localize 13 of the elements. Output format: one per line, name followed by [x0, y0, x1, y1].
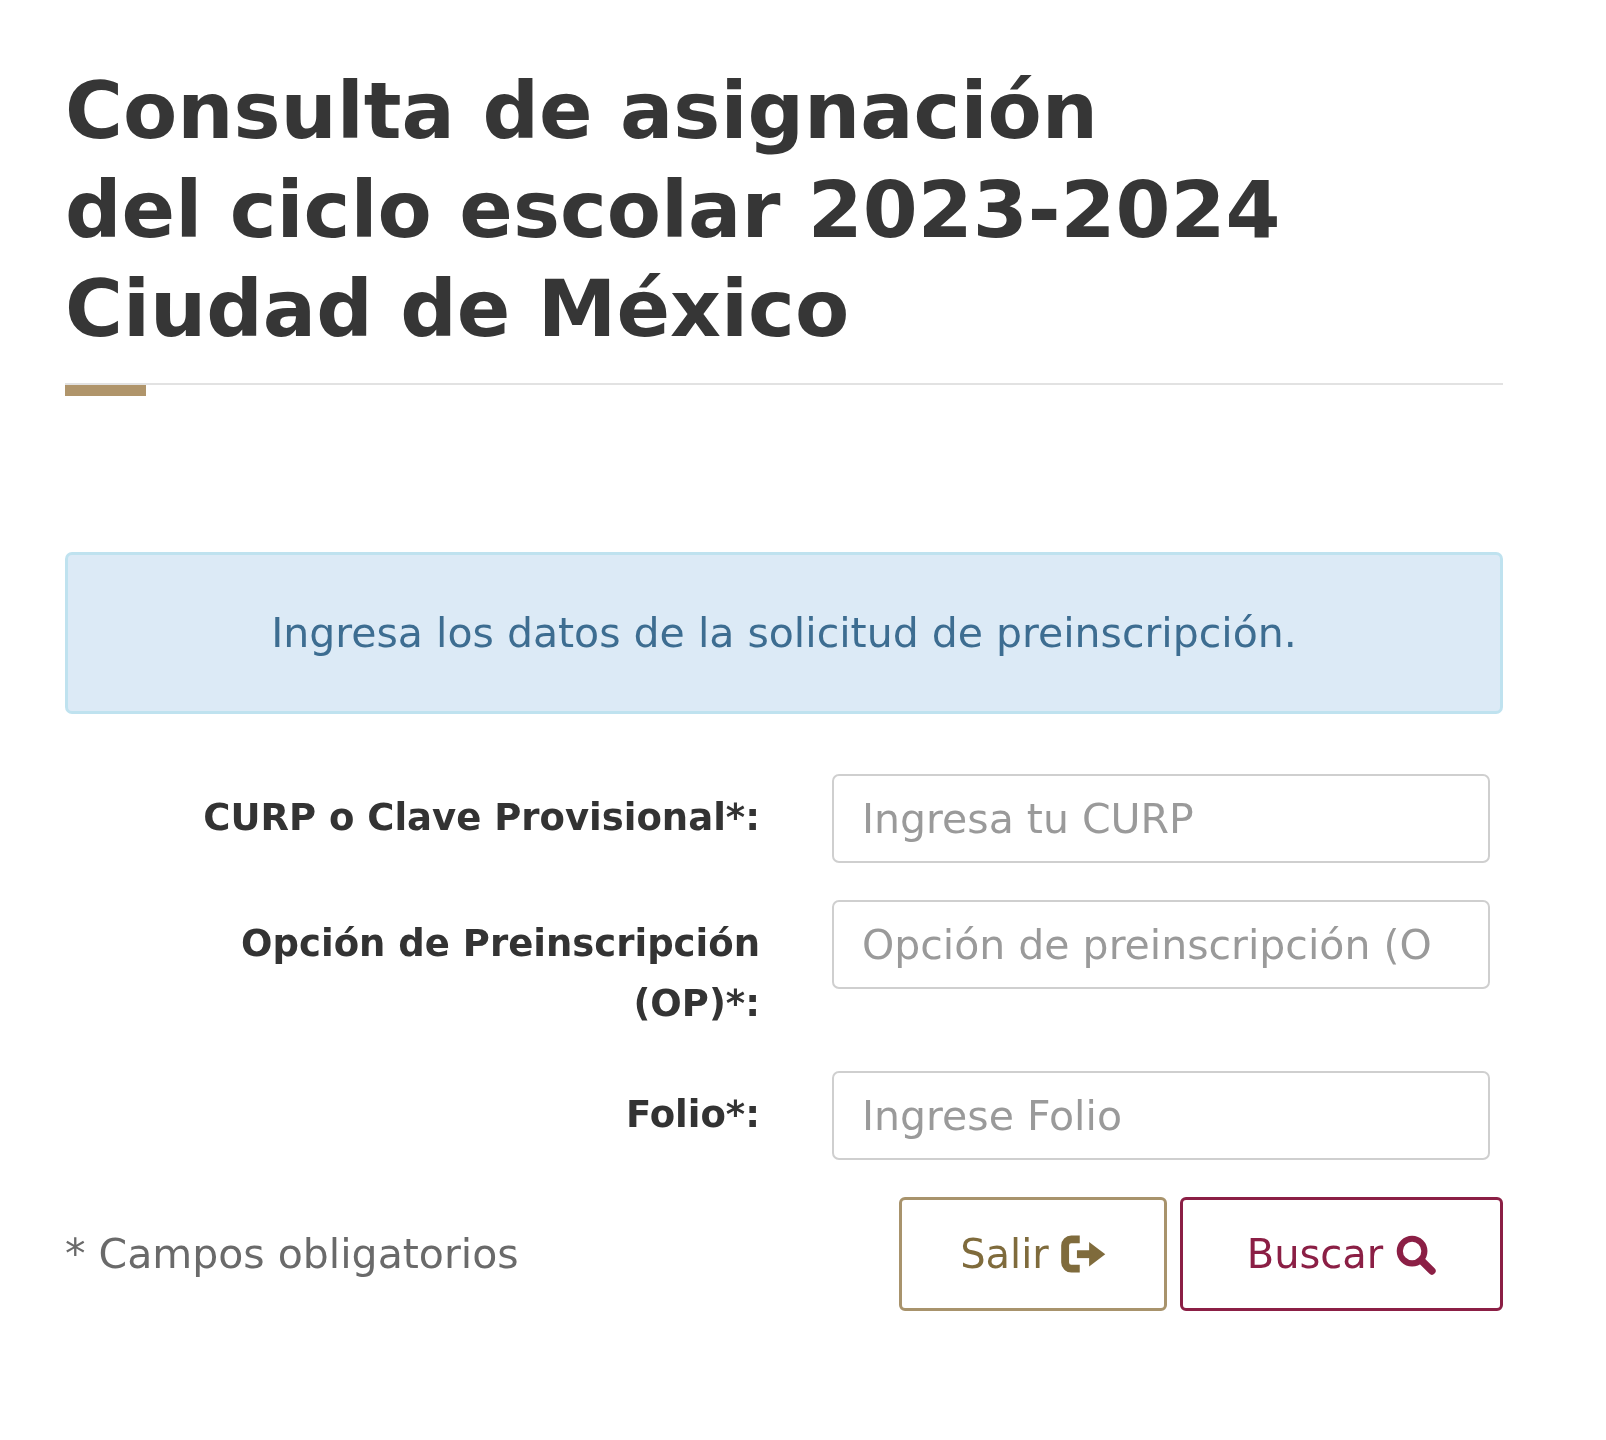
- exit-button[interactable]: Salir: [899, 1197, 1167, 1311]
- alert-message: Ingresa los datos de la solicitud de preinscripción.: [271, 609, 1297, 657]
- option-field[interactable]: Opción de preinscripción (O: [832, 900, 1490, 989]
- field-label: Opción de Preinscripción (OP)*:: [240, 921, 760, 1027]
- field-label: Folio*:: [625, 1092, 760, 1138]
- search-button[interactable]: Buscar: [1180, 1197, 1503, 1311]
- field-label: CURP o Clave Provisional*:: [203, 795, 760, 841]
- folio-field[interactable]: Ingrese Folio: [832, 1071, 1490, 1160]
- required-note: * Campos obligatorios: [65, 1229, 519, 1279]
- search-icon: [1395, 1233, 1437, 1275]
- page-title: Consulta de asignación del ciclo escolar 2023-2024 Ciudad de México: [65, 64, 1282, 357]
- bracket-arrow-icon: [1060, 1235, 1106, 1273]
- curp-field[interactable]: Ingresa tu CURP: [832, 774, 1490, 863]
